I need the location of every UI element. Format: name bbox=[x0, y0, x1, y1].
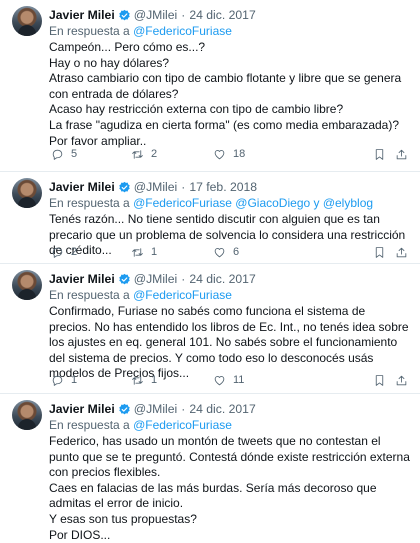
share-icon bbox=[396, 149, 407, 159]
author-name[interactable]: Javier Milei bbox=[49, 402, 115, 416]
like-button[interactable]: 18 bbox=[213, 146, 245, 162]
retweet-button[interactable]: 1 bbox=[131, 244, 157, 260]
avatar[interactable] bbox=[12, 6, 42, 36]
bookmark-icon bbox=[375, 148, 384, 160]
reply-mention[interactable]: @FedericoFuriase bbox=[133, 288, 232, 302]
reply-prefix: En respuesta a bbox=[49, 418, 134, 432]
tweet-header: Javier Milei @JMilei · 24 dic. 2017 bbox=[49, 6, 256, 24]
author-name[interactable]: Javier Milei bbox=[49, 272, 115, 286]
bookmark-button[interactable] bbox=[373, 146, 386, 162]
like-button[interactable]: 11 bbox=[213, 372, 244, 388]
reply-mention[interactable]: @FedericoFuriase @GiacoDiego y @elyblog bbox=[133, 196, 373, 210]
share-icon bbox=[396, 247, 407, 257]
retweet-icon bbox=[132, 375, 143, 385]
like-count: 18 bbox=[233, 148, 246, 160]
tweet-text: Federico, has usado un montón de tweets … bbox=[49, 434, 410, 543]
share-icon bbox=[396, 375, 407, 385]
heart-icon bbox=[214, 149, 225, 159]
tweet-actions: 2 1 6 bbox=[49, 244, 412, 260]
bookmark-button[interactable] bbox=[373, 372, 386, 388]
reply-context: En respuesta a @FedericoFuriase bbox=[49, 288, 232, 302]
tweet-header: Javier Milei @JMilei · 17 feb. 2018 bbox=[49, 178, 257, 196]
reply-icon bbox=[52, 149, 63, 160]
reply-icon bbox=[52, 247, 63, 258]
reply-button[interactable]: 2 bbox=[51, 244, 77, 260]
tweet[interactable]: Javier Milei @JMilei · 24 dic. 2017 En r… bbox=[0, 0, 420, 172]
retweet-icon bbox=[132, 247, 143, 257]
tweet-date[interactable]: 24 dic. 2017 bbox=[189, 402, 255, 416]
reply-button[interactable]: 1 bbox=[51, 372, 77, 388]
avatar[interactable] bbox=[12, 178, 42, 208]
reply-count: 2 bbox=[71, 246, 78, 258]
tweet-header: Javier Milei @JMilei · 24 dic. 2017 bbox=[49, 400, 256, 418]
reply-prefix: En respuesta a bbox=[49, 196, 134, 210]
reply-count: 1 bbox=[71, 374, 78, 386]
tweet-actions: 1 1 11 bbox=[49, 372, 412, 388]
author-handle[interactable]: @JMilei bbox=[134, 402, 178, 416]
tweet-text-content: Campeón... Pero cómo es...? Hay o no hay… bbox=[49, 40, 402, 148]
reply-prefix: En respuesta a bbox=[49, 24, 134, 38]
tweet-text-content: Federico, has usado un montón de tweets … bbox=[49, 434, 410, 542]
tweet-text: Confirmado, Furiase no sabés como funcio… bbox=[49, 304, 410, 382]
retweet-button[interactable]: 2 bbox=[131, 146, 157, 162]
tweet-text: Campeón... Pero cómo es...? Hay o no hay… bbox=[49, 40, 410, 149]
author-name[interactable]: Javier Milei bbox=[49, 180, 115, 194]
reply-context: En respuesta a @FedericoFuriase bbox=[49, 24, 232, 38]
avatar[interactable] bbox=[12, 270, 42, 300]
bookmark-icon bbox=[375, 374, 384, 386]
verified-badge-icon bbox=[119, 181, 130, 192]
verified-badge-icon bbox=[119, 403, 130, 414]
tweet[interactable]: Javier Milei @JMilei · 17 feb. 2018 En r… bbox=[0, 172, 420, 264]
verified-badge-icon bbox=[119, 273, 130, 284]
share-button[interactable] bbox=[395, 146, 408, 162]
bookmark-button[interactable] bbox=[373, 244, 386, 260]
reply-mention[interactable]: @FedericoFuriase bbox=[133, 24, 232, 38]
tweet-date[interactable]: 24 dic. 2017 bbox=[189, 272, 255, 286]
retweet-count: 2 bbox=[151, 148, 158, 160]
share-button[interactable] bbox=[395, 372, 408, 388]
tweet-actions: 5 2 18 bbox=[49, 146, 412, 162]
heart-icon bbox=[214, 375, 225, 385]
tweet-header: Javier Milei @JMilei · 24 dic. 2017 bbox=[49, 270, 256, 288]
separator-dot: · bbox=[181, 8, 186, 22]
like-count: 6 bbox=[233, 246, 240, 258]
retweet-count: 1 bbox=[151, 246, 158, 258]
bookmark-icon bbox=[375, 246, 384, 258]
author-handle[interactable]: @JMilei bbox=[134, 8, 178, 22]
reply-prefix: En respuesta a bbox=[49, 288, 134, 302]
reply-context: En respuesta a @FedericoFuriase bbox=[49, 418, 232, 432]
author-handle[interactable]: @JMilei bbox=[134, 180, 178, 194]
reply-button[interactable]: 5 bbox=[51, 146, 77, 162]
retweet-icon bbox=[132, 149, 143, 159]
share-button[interactable] bbox=[395, 244, 408, 260]
heart-icon bbox=[214, 247, 225, 257]
like-count: 11 bbox=[233, 374, 245, 386]
tweet[interactable]: Javier Milei @JMilei · 24 dic. 2017 En r… bbox=[0, 394, 420, 543]
reply-context: En respuesta a @FedericoFuriase @GiacoDi… bbox=[49, 196, 373, 210]
tweet-date[interactable]: 24 dic. 2017 bbox=[189, 8, 255, 22]
author-name[interactable]: Javier Milei bbox=[49, 8, 115, 22]
tweet-text-content: Confirmado, Furiase no sabés como funcio… bbox=[49, 304, 409, 381]
separator-dot: · bbox=[181, 402, 186, 416]
like-button[interactable]: 6 bbox=[213, 244, 239, 260]
separator-dot: · bbox=[181, 180, 186, 194]
verified-badge-icon bbox=[119, 9, 130, 20]
retweet-count: 1 bbox=[151, 374, 158, 386]
tweet[interactable]: Javier Milei @JMilei · 24 dic. 2017 En r… bbox=[0, 264, 420, 394]
reply-mention[interactable]: @FedericoFuriase bbox=[133, 418, 232, 432]
author-handle[interactable]: @JMilei bbox=[134, 272, 178, 286]
reply-count: 5 bbox=[71, 148, 78, 160]
avatar[interactable] bbox=[12, 400, 42, 430]
separator-dot: · bbox=[181, 272, 186, 286]
tweet-date[interactable]: 17 feb. 2018 bbox=[189, 180, 257, 194]
reply-icon bbox=[52, 375, 63, 386]
retweet-button[interactable]: 1 bbox=[131, 372, 157, 388]
